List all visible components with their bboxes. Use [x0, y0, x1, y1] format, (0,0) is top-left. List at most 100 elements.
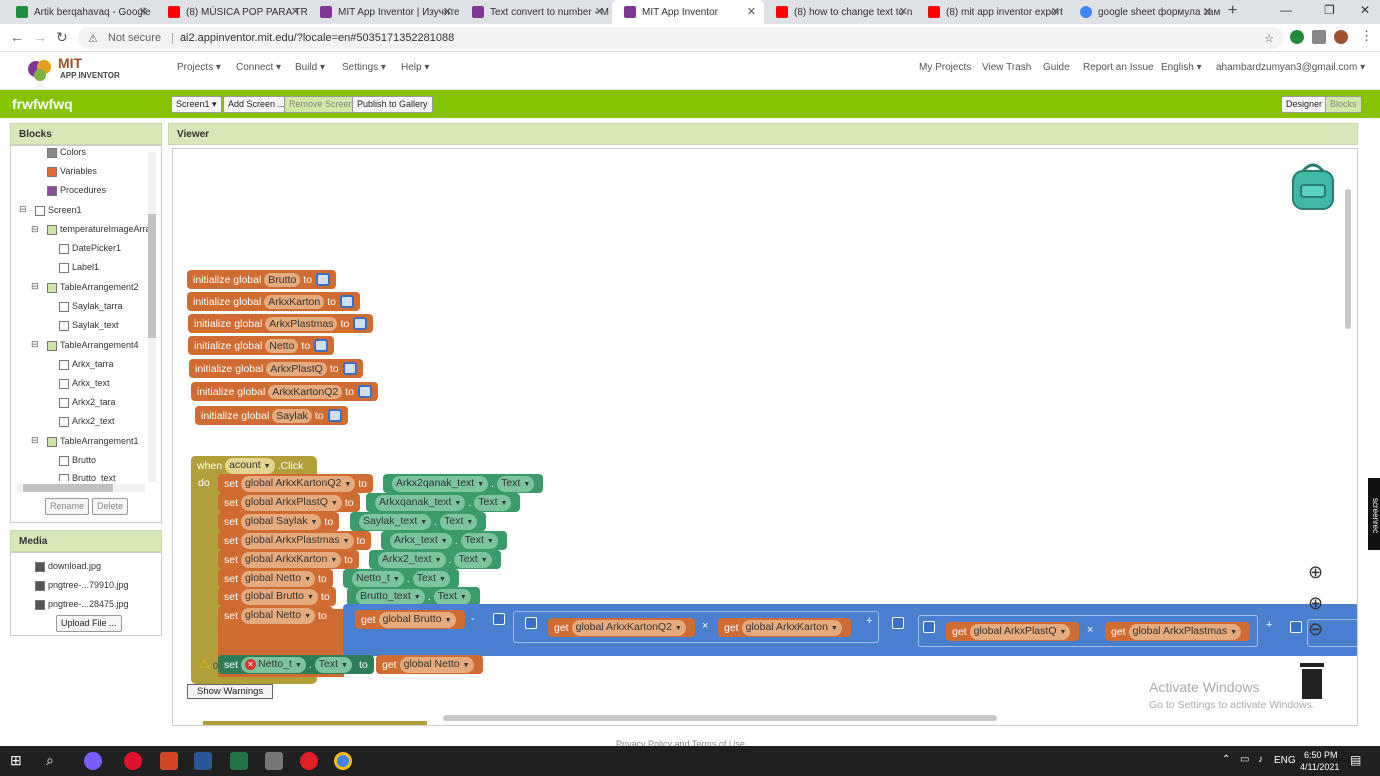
set-var-block[interactable]: set global ArkxKartonQ2 ▼ to	[218, 474, 374, 493]
chrome-icon[interactable]	[334, 752, 352, 770]
trash-icon[interactable]	[1297, 661, 1327, 701]
bookmark-star-icon[interactable]: ☆	[1264, 32, 1274, 45]
language-select[interactable]: English ▾	[1161, 62, 1202, 73]
workspace-hscrollbar[interactable]	[443, 715, 997, 721]
tree-item-arkx-tarra[interactable]: Arkx_tarra	[72, 359, 114, 369]
set-var-block[interactable]: set global ArkxKarton ▼ to	[218, 550, 360, 569]
component-text-getter[interactable]: Arkx2_text ▼. Text ▼	[369, 550, 501, 569]
tree-item-procedures[interactable]: Procedures	[60, 185, 106, 195]
mutator-gear-icon[interactable]	[892, 617, 904, 629]
extension-icon[interactable]	[1290, 30, 1304, 44]
tree-item-saylak-text[interactable]: Saylak_text	[72, 320, 119, 330]
set-component-block[interactable]: set ✕ Netto_t ▼. Text ▼ to	[218, 655, 374, 674]
back-icon[interactable]: ←	[10, 29, 24, 45]
tray-chevron-icon[interactable]: ⌃	[1222, 754, 1230, 765]
set-var-block[interactable]: set global Netto ▼ to	[218, 606, 333, 625]
component-select[interactable]: acount ▼	[225, 457, 275, 474]
tree-hscrollbar[interactable]	[17, 484, 145, 492]
get-var-block[interactable]: get global ArkxPlastQ ▼	[946, 622, 1080, 641]
yandex-icon[interactable]	[300, 752, 318, 770]
tree-scrollbar[interactable]	[148, 152, 156, 482]
menu-build[interactable]: Build ▾	[295, 62, 325, 73]
init-global-block[interactable]: initialize global ArkxPlastmas to	[188, 314, 374, 333]
browser-tab[interactable]: google sheet формула зам ✕	[1068, 0, 1220, 24]
link-view-trash[interactable]: View Trash	[982, 62, 1031, 73]
empty-socket[interactable]	[314, 339, 329, 352]
link-my-projects[interactable]: My Projects	[919, 62, 971, 73]
volume-icon[interactable]: ♪	[1258, 754, 1263, 765]
mutator-gear-icon[interactable]	[923, 621, 935, 633]
network-icon[interactable]: ▭	[1240, 754, 1249, 765]
clock-time[interactable]: 6:50 PM	[1304, 750, 1338, 760]
mutator-gear-icon[interactable]	[493, 613, 505, 625]
url-input[interactable]: ⚠ Not secure | ai2.appinventor.mit.edu/?…	[78, 27, 1284, 49]
get-var-block[interactable]: get global Netto ▼	[376, 655, 483, 674]
rename-button[interactable]: Rename	[45, 498, 90, 515]
browser-tab[interactable]: (8) how to change text to n ✕	[764, 0, 916, 24]
empty-socket[interactable]	[340, 295, 354, 308]
delete-button[interactable]: Delete	[92, 498, 129, 515]
puzzle-icon[interactable]	[1312, 30, 1326, 44]
get-var-block[interactable]: get global ArkxKarton ▼	[718, 618, 851, 637]
menu-connect[interactable]: Connect ▾	[236, 62, 281, 73]
windows-start-icon[interactable]: ⊞	[10, 752, 22, 769]
more-icon[interactable]: ⋮	[1360, 28, 1373, 44]
menu-help[interactable]: Help ▾	[401, 62, 429, 73]
tree-item-arkx-text[interactable]: Arkx_text	[72, 378, 110, 388]
menu-projects[interactable]: Projects ▾	[177, 62, 221, 73]
init-global-block[interactable]: initialize global ArkxKarton to	[187, 292, 360, 311]
init-global-block[interactable]: initialize global ArkxPlastQ to	[189, 359, 363, 378]
tree-item-screen1[interactable]: Screen1	[48, 205, 82, 215]
link-report-issue[interactable]: Report an Issue	[1083, 62, 1154, 73]
set-var-block[interactable]: set global Netto ▼ to	[218, 569, 333, 588]
tree-item-brutto-text[interactable]: Brutto_text	[72, 473, 116, 481]
var-name[interactable]: ArkxPlastmas	[265, 316, 338, 331]
component-text-getter[interactable]: Arkx2qanak_text ▼. Text ▼	[383, 474, 544, 493]
component-text-getter[interactable]: Saylak_text ▼. Text ▼	[350, 512, 487, 531]
avatar[interactable]	[1334, 30, 1348, 44]
component-text-getter[interactable]: Netto_t ▼. Text ▼	[343, 569, 459, 588]
tree-item-tablearrangement4[interactable]: TableArrangement4	[60, 340, 139, 350]
zoom-in-icon[interactable]: ⊕	[1308, 593, 1323, 614]
close-icon[interactable]: ✕	[747, 5, 756, 18]
init-global-block[interactable]: initialize global Brutto to	[187, 270, 337, 289]
var-name[interactable]: ArkxPlastQ	[266, 361, 327, 376]
empty-socket[interactable]	[342, 362, 357, 375]
remove-screen-button[interactable]: Remove Screen	[284, 96, 359, 113]
link-guide[interactable]: Guide	[1043, 62, 1070, 73]
get-var-block[interactable]: get global ArkxPlastmas ▼	[1105, 622, 1251, 641]
browser-tab-active[interactable]: MIT App Inventor ✕	[612, 0, 764, 24]
search-icon[interactable]: ⌕	[46, 752, 54, 769]
var-name[interactable]: ArkxKartonQ2	[268, 384, 343, 399]
tree-item-colors[interactable]: Colors	[60, 147, 86, 157]
center-target-icon[interactable]: ⊕	[1308, 562, 1323, 583]
tree-item-tablearrangement2[interactable]: TableArrangement2	[60, 282, 139, 292]
close-icon[interactable]: ✕	[443, 5, 452, 18]
close-icon[interactable]: ✕	[595, 5, 604, 18]
mutator-gear-icon[interactable]	[525, 617, 537, 629]
collapse-icon[interactable]: ⊟	[31, 224, 39, 235]
browser-tab[interactable]: Artik berqahavaq - Google ✕	[4, 0, 156, 24]
empty-socket[interactable]	[316, 273, 331, 286]
tree-item-arkx2-tara[interactable]: Arkx2_tara	[72, 397, 116, 407]
forward-icon[interactable]: →	[33, 29, 47, 45]
screen-select-button[interactable]: Screen1 ▾	[171, 96, 222, 113]
collapse-icon[interactable]: ⊟	[31, 281, 39, 292]
notifications-icon[interactable]: ▤	[1350, 753, 1361, 767]
close-icon[interactable]: ✕	[1051, 5, 1060, 18]
tree-item-variables[interactable]: Variables	[60, 166, 97, 176]
publish-gallery-button[interactable]: Publish to Gallery	[352, 96, 433, 113]
add-screen-button[interactable]: Add Screen ...	[223, 96, 291, 113]
clock-date[interactable]: 4/11/2021	[1300, 762, 1339, 772]
init-global-block[interactable]: initialize global ArkxKartonQ2 to	[191, 382, 379, 401]
media-file[interactable]: pngtree-...28475.jpg	[48, 599, 129, 609]
warning-icon[interactable]: ⚠	[199, 657, 210, 671]
menu-settings[interactable]: Settings ▾	[342, 62, 386, 73]
empty-socket[interactable]	[358, 385, 373, 398]
browser-tab[interactable]: MIT App Inventor | Изучите ✕	[308, 0, 460, 24]
empty-socket[interactable]	[353, 317, 368, 330]
init-global-block[interactable]: initialize global Saylak to	[195, 406, 348, 425]
component-text-getter[interactable]: Arkx_text ▼. Text ▼	[381, 531, 507, 550]
var-name[interactable]: Saylak	[272, 408, 312, 423]
get-var-block[interactable]: get global ArkxKartonQ2 ▼	[548, 618, 695, 637]
